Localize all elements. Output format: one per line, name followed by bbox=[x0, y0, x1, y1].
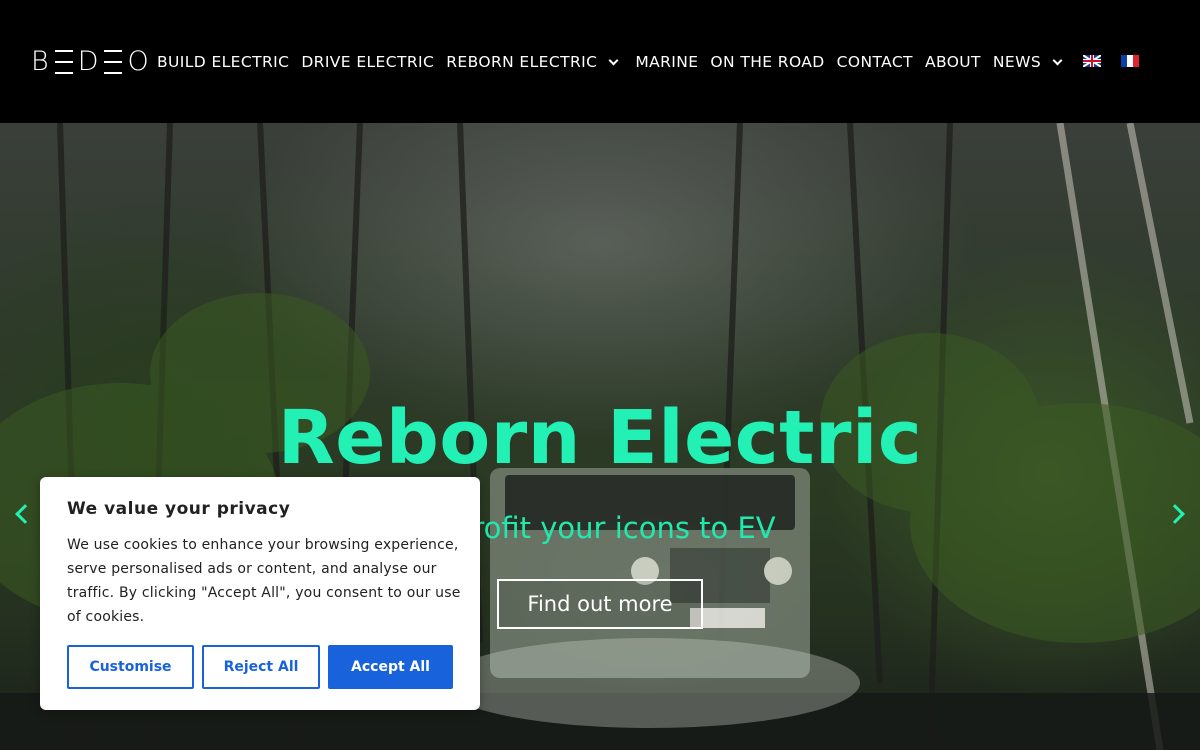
nav-label: REBORN ELECTRIC bbox=[446, 53, 598, 71]
uk-flag-icon[interactable] bbox=[1083, 55, 1101, 67]
logo-letter-b: B bbox=[31, 46, 50, 77]
nav-contact[interactable]: CONTACT bbox=[837, 50, 913, 74]
france-flag-icon[interactable] bbox=[1121, 55, 1139, 67]
cookie-consent-banner: We value your privacy We use cookies to … bbox=[40, 477, 480, 710]
find-out-more-button[interactable]: Find out more bbox=[497, 579, 703, 629]
logo-letter-d: D bbox=[77, 46, 100, 77]
reject-all-button[interactable]: Reject All bbox=[202, 645, 320, 689]
logo-letter-e-1 bbox=[54, 50, 73, 74]
hero-title: Reborn Electric bbox=[277, 395, 923, 481]
language-switcher bbox=[1083, 55, 1139, 67]
chevron-down-icon[interactable] bbox=[1052, 55, 1063, 65]
nav-about[interactable]: ABOUT bbox=[925, 50, 981, 74]
bedeo-logo[interactable]: B D O bbox=[31, 48, 150, 76]
nav-label: NEWS bbox=[992, 53, 1042, 71]
nav-label: BUILD ELECTRIC bbox=[157, 53, 290, 71]
accept-all-button[interactable]: Accept All bbox=[328, 645, 453, 689]
nav-label: ON THE ROAD bbox=[710, 53, 825, 71]
nav-label: CONTACT bbox=[836, 53, 913, 71]
nav-marine[interactable]: MARINE bbox=[635, 50, 698, 74]
cookie-title: We value your privacy bbox=[67, 499, 291, 519]
customise-button[interactable]: Customise bbox=[67, 645, 194, 689]
cookie-description: We use cookies to enhance your browsing … bbox=[67, 537, 461, 625]
nav-news[interactable]: NEWS bbox=[992, 50, 1063, 74]
nav-drive-electric[interactable]: DRIVE ELECTRIC bbox=[301, 50, 434, 74]
nav-label: DRIVE ELECTRIC bbox=[301, 53, 435, 71]
site-header: B D O BUILD ELECTRIC DRIVE ELECTRIC REBO… bbox=[0, 0, 1200, 123]
logo-letter-e-2 bbox=[104, 50, 123, 74]
nav-on-the-road[interactable]: ON THE ROAD bbox=[710, 50, 824, 74]
chevron-down-icon[interactable] bbox=[608, 55, 619, 65]
nav-label: MARINE bbox=[635, 53, 699, 71]
nav-reborn-electric[interactable]: REBORN ELECTRIC bbox=[446, 50, 623, 74]
nav-build-electric[interactable]: BUILD ELECTRIC bbox=[157, 50, 289, 74]
logo-letter-o: O bbox=[127, 46, 150, 77]
nav-label: ABOUT bbox=[924, 53, 981, 71]
main-nav: BUILD ELECTRIC DRIVE ELECTRIC REBORN ELE… bbox=[157, 50, 1073, 74]
